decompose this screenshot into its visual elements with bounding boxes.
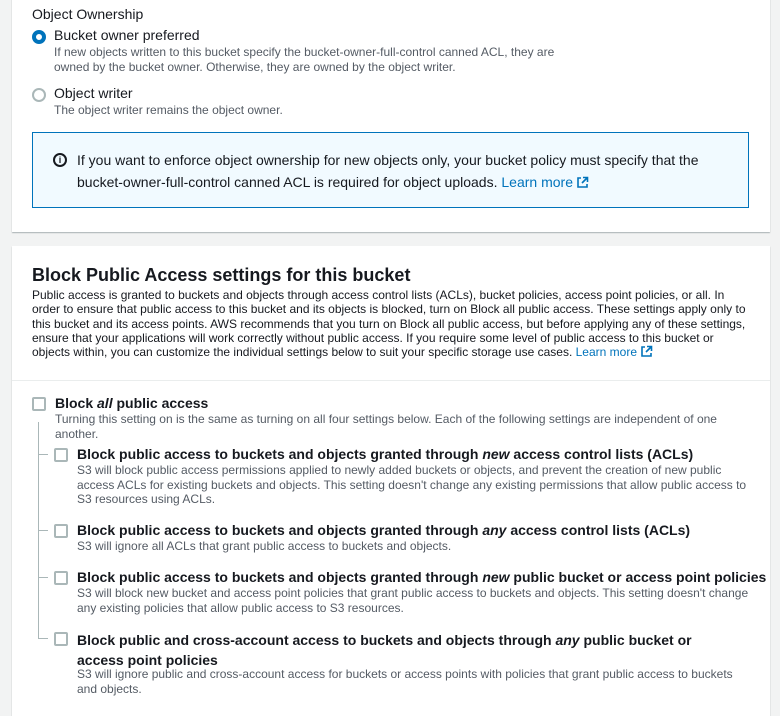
option-title-object-writer[interactable]: Object writer [54, 85, 133, 101]
checkbox-block-new-acls[interactable] [54, 448, 68, 462]
checkbox-block-all-public-access[interactable] [32, 397, 46, 411]
info-alert: i If you want to enforce object ownershi… [32, 132, 749, 208]
setting-title-block-any-acls[interactable]: Block public access to buckets and objec… [77, 522, 690, 538]
info-alert-message: If you want to enforce object ownership … [77, 152, 699, 190]
learn-more-link-bpa[interactable]: Learn more [576, 345, 653, 359]
learn-more-link-ownership[interactable]: Learn more [501, 174, 589, 190]
tree-branch [38, 577, 48, 578]
checkbox-block-any-acls[interactable] [54, 524, 68, 538]
info-icon: i [53, 153, 67, 167]
tree-branch [38, 454, 48, 455]
external-link-icon [640, 345, 653, 361]
block-public-access-title: Block Public Access settings for this bu… [32, 265, 411, 285]
tree-branch [38, 638, 48, 639]
setting-description-block-any-policies: S3 will ignore public and cross-account … [77, 667, 733, 696]
block-public-access-intro: Public access is granted to buckets and … [32, 288, 748, 361]
checkbox-block-new-policies[interactable] [54, 571, 68, 585]
object-ownership-panel: Object Ownership Bucket owner preferred … [12, 0, 770, 232]
info-alert-text: If you want to enforce object ownership … [77, 149, 717, 195]
checkbox-block-any-policies[interactable] [54, 632, 68, 646]
option-description-bucket-owner-preferred: If new objects written to this bucket sp… [54, 45, 555, 74]
option-title-bucket-owner-preferred[interactable]: Bucket owner preferred [54, 27, 200, 43]
radio-object-writer[interactable] [32, 88, 46, 102]
setting-description-block-new-acls: S3 will block public access permissions … [77, 463, 747, 506]
setting-title-block-new-acls[interactable]: Block public access to buckets and objec… [77, 446, 693, 462]
section-divider [12, 380, 770, 381]
setting-description-block-new-policies: S3 will block new bucket and access poin… [77, 586, 749, 615]
external-link-icon [576, 173, 589, 195]
block-all-description: Turning this setting on is the same as t… [55, 412, 717, 441]
option-description-object-writer: The object writer remains the object own… [54, 103, 283, 117]
radio-bucket-owner-preferred[interactable] [32, 30, 46, 44]
tree-branch [38, 530, 48, 531]
block-all-title[interactable]: Block all public access [55, 395, 208, 411]
setting-title-block-new-policies[interactable]: Block public access to buckets and objec… [77, 569, 766, 585]
block-public-access-panel: Block Public Access settings for this bu… [12, 246, 770, 716]
object-ownership-heading: Object Ownership [32, 6, 144, 22]
setting-title-block-any-policies[interactable]: Block public and cross-account access to… [77, 630, 737, 670]
setting-description-block-any-acls: S3 will ignore all ACLs that grant publi… [77, 539, 452, 553]
